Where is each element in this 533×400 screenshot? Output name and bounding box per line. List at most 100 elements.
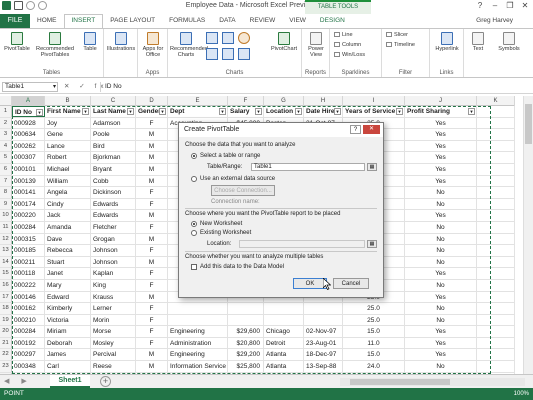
table-cell[interactable]: Information Service [168,361,228,372]
bar-chart-icon[interactable] [206,48,218,60]
table-cell[interactable] [168,314,228,326]
table-cell[interactable]: William [45,175,91,187]
table-cell[interactable]: M [136,152,168,163]
header-cell[interactable]: Profit Sharing ▾ [405,106,477,117]
hyperlink-button[interactable]: Hyperlink [432,32,462,52]
table-cell[interactable]: 000262 [12,140,45,152]
empty-cell[interactable] [477,256,515,268]
table-cell[interactable]: Rebecca [45,245,91,256]
add-to-data-model-checkbox[interactable] [191,264,197,270]
table-cell[interactable]: F [136,198,168,210]
table-cell[interactable]: 000211 [12,256,45,268]
table-cell[interactable]: Michael [45,163,91,175]
column-header[interactable]: J [405,96,477,106]
table-cell[interactable]: 000307 [12,152,45,163]
pie-chart-icon[interactable] [238,32,250,44]
empty-cell[interactable] [477,175,515,187]
add-sheet-button[interactable]: + [100,376,111,387]
empty-cell[interactable] [477,198,515,210]
table-cell[interactable]: 000118 [12,268,45,279]
table-cell[interactable]: Reese [91,361,136,372]
table-cell[interactable]: Amanda [45,221,91,233]
existing-worksheet-radio[interactable] [191,230,197,236]
row-number[interactable]: 9 [0,198,12,210]
restore-button[interactable]: ❐ [504,1,516,11]
table-cell[interactable]: Bryant [91,163,136,175]
text-button[interactable]: Text [466,32,490,52]
pivottable-button[interactable]: PivotTable [2,32,32,52]
table-cell[interactable]: 000220 [12,210,45,221]
table-cell[interactable]: Dickinson [91,187,136,198]
table-cell[interactable]: Janet [45,268,91,279]
table-cell[interactable]: Victoria [45,314,91,326]
row-number[interactable]: 16 [0,279,12,291]
table-cell[interactable]: M [136,140,168,152]
table-cell[interactable]: Lerner [91,303,136,314]
row-number[interactable]: 14 [0,256,12,268]
empty-cell[interactable] [477,314,515,326]
table-cell[interactable]: F [136,187,168,198]
table-cell[interactable]: $29,200 [228,349,264,361]
filter-dropdown-icon[interactable]: ▾ [82,108,89,115]
table-cell[interactable]: 000141 [12,187,45,198]
tab-data[interactable]: DATA [212,14,242,28]
empty-cell[interactable] [477,106,515,117]
location-input[interactable] [239,240,365,248]
select-table-label[interactable]: Select a table or range [200,153,260,159]
table-cell[interactable]: Grogan [91,233,136,245]
table-cell[interactable]: Joy [45,117,91,129]
row-number[interactable]: 7 [0,175,12,187]
table-cell[interactable]: F [136,279,168,291]
new-worksheet-radio[interactable] [191,221,197,227]
area-chart-icon[interactable] [222,48,234,60]
row-number[interactable]: 10 [0,210,12,221]
filter-dropdown-icon[interactable]: ▾ [468,108,475,115]
column-header[interactable]: K [477,96,515,106]
tab-formulas[interactable]: FORMULAS [162,14,212,28]
table-cell[interactable]: Yes [405,175,477,187]
row-number[interactable]: 6 [0,163,12,175]
table-cell[interactable]: Dave [45,233,91,245]
empty-cell[interactable] [477,245,515,256]
empty-cell[interactable] [477,361,515,372]
column-header[interactable]: G [264,96,304,106]
empty-cell[interactable] [477,210,515,221]
dialog-help-button[interactable]: ? [350,125,361,134]
external-source-label[interactable]: Use an external data source [200,176,275,182]
scatter-chart-icon[interactable] [238,48,250,60]
table-cell[interactable]: Yes [405,140,477,152]
sparkline-line-button[interactable]: Line [334,32,353,38]
choose-connection-button[interactable]: Choose Connection... [211,185,275,196]
user-name[interactable]: Greg Harvey [476,17,513,24]
sparkline-winloss-button[interactable]: Win/Loss [334,52,365,58]
table-cell[interactable]: Yes [405,337,477,349]
column-chart-icon[interactable] [206,32,218,44]
chevron-down-icon[interactable]: ▾ [53,83,56,91]
vertical-scrollbar[interactable] [523,96,533,374]
slicer-button[interactable]: Slicer [386,32,408,38]
external-source-radio[interactable] [191,176,197,182]
save-icon[interactable] [14,1,23,10]
table-cell[interactable]: Poole [91,129,136,140]
table-cell[interactable]: King [91,279,136,291]
table-cell[interactable]: No [405,233,477,245]
table-cell[interactable]: Percival [91,349,136,361]
filter-dropdown-icon[interactable]: ▾ [396,108,403,115]
table-cell[interactable]: 000297 [12,349,45,361]
table-cell[interactable]: Kimberly [45,303,91,314]
location-picker-icon[interactable]: ▦ [367,240,377,248]
minimize-button[interactable]: – [489,1,501,11]
close-button[interactable]: ✕ [519,1,531,11]
tab-view[interactable]: VIEW [282,14,313,28]
table-cell[interactable]: Johnson [91,256,136,268]
horizontal-scroll-thumb[interactable] [350,379,450,385]
table-cell[interactable]: No [405,314,477,326]
row-number[interactable]: 4 [0,140,12,152]
table-cell[interactable]: Edward [45,291,91,303]
tab-insert[interactable]: INSERT [63,14,104,28]
row-number[interactable]: 1 [0,106,12,117]
table-cell[interactable]: Robert [45,152,91,163]
table-cell[interactable]: M [136,349,168,361]
column-header[interactable]: F [228,96,264,106]
table-cell[interactable]: $25,800 [228,361,264,372]
